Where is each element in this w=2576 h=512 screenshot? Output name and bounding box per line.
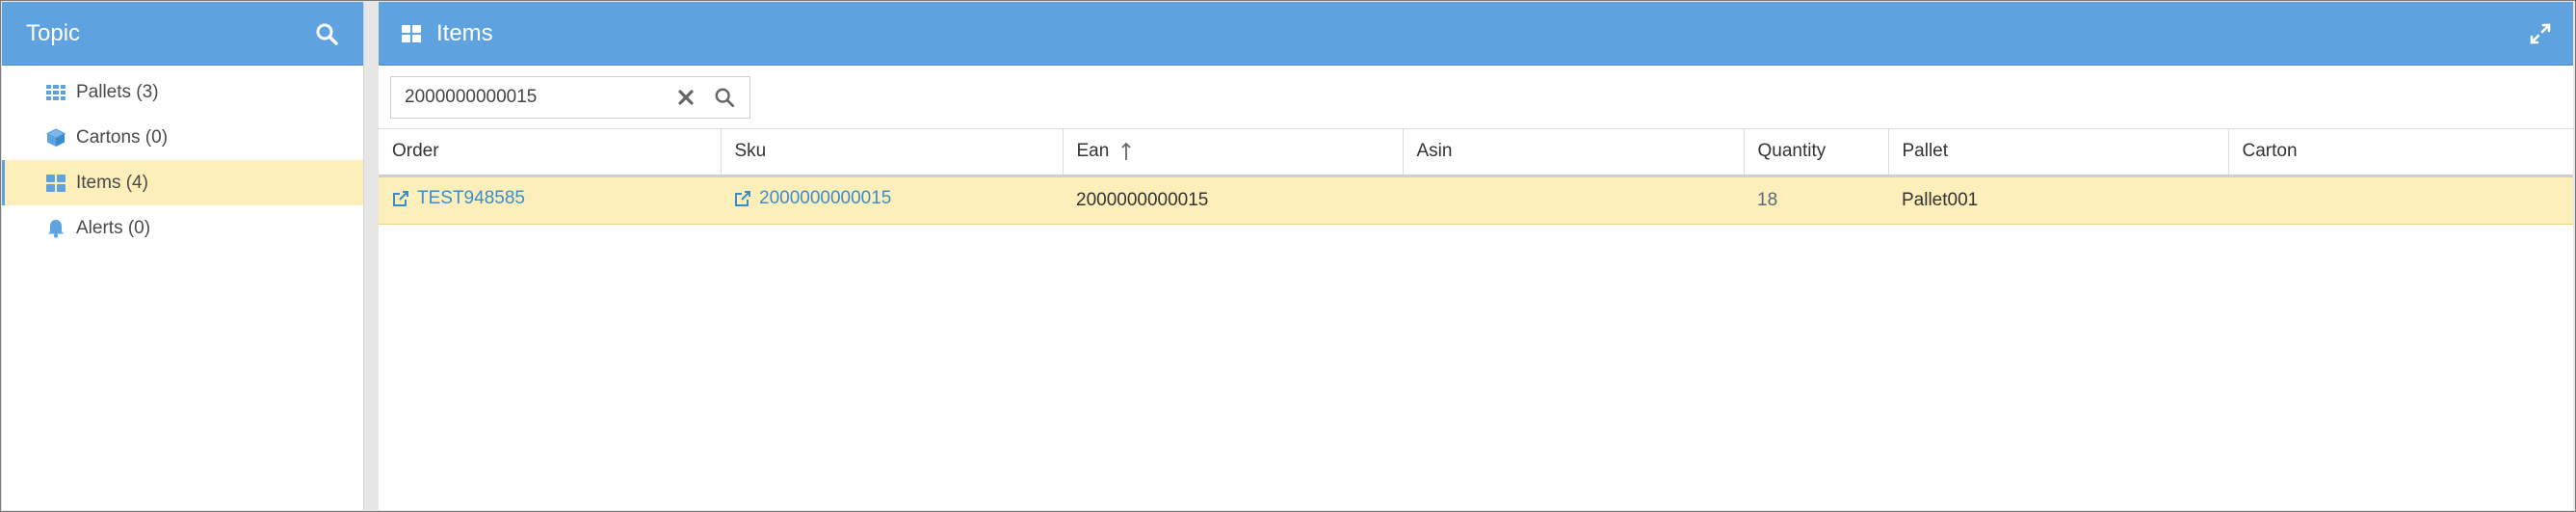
topic-panel: Topic Pallets (3) Cartons (0) Items (4) … xyxy=(2,2,364,510)
sku-link-label: 2000000000015 xyxy=(759,187,892,208)
column-header-carton[interactable]: Carton xyxy=(2228,129,2573,177)
external-link-icon xyxy=(392,190,409,207)
bell-icon xyxy=(45,218,66,239)
table-header-row: Order Sku Ean Asin Quantity Pallet Carto… xyxy=(379,129,2573,177)
external-link-icon xyxy=(734,190,751,207)
items-toolbar xyxy=(379,66,2573,129)
sort-ascending-icon xyxy=(1120,142,1132,161)
search-box xyxy=(390,76,750,119)
items-panel: Items 2000000000015 Order Sku Ean Asin Q… xyxy=(379,2,2573,510)
topic-list: Pallets (3) Cartons (0) Items (4) Alerts… xyxy=(2,69,363,251)
topic-item-alerts[interactable]: Alerts (0) xyxy=(2,205,363,251)
order-link-label: TEST948585 xyxy=(417,187,525,208)
tiles-icon xyxy=(402,24,421,42)
topic-item-label: Pallets (3) xyxy=(76,81,159,102)
cell-ean: 2000000000015 xyxy=(1063,175,1403,225)
sku-link[interactable]: 2000000000015 xyxy=(734,188,891,209)
topic-item-label: Items (4) xyxy=(76,172,148,193)
column-header-asin[interactable]: Asin xyxy=(1403,129,1745,177)
app-frame: Topic Pallets (3) Cartons (0) Items (4) … xyxy=(0,0,2576,512)
column-header-pallet[interactable]: Pallet xyxy=(1888,129,2229,177)
cell-quantity: 18 xyxy=(1744,175,1888,225)
topic-item-label: Cartons (0) xyxy=(76,126,169,148)
topic-item-cartons[interactable]: Cartons (0) xyxy=(2,115,363,160)
expand-icon[interactable] xyxy=(2525,18,2556,49)
cell-carton xyxy=(2228,175,2573,225)
order-link[interactable]: TEST948585 xyxy=(392,188,525,209)
topic-item-label: Alerts (0) xyxy=(76,217,151,238)
cell-pallet: Pallet001 xyxy=(1888,175,2228,225)
cell-asin xyxy=(1403,175,1744,225)
search-input[interactable] xyxy=(391,77,667,118)
tiles-icon xyxy=(45,173,66,194)
column-header-order[interactable]: Order xyxy=(379,129,722,177)
table-row[interactable]: TEST948585 2000000000015 2000000000015 1… xyxy=(379,175,2573,225)
search-icon[interactable] xyxy=(705,78,744,117)
items-panel-title: Items xyxy=(436,19,493,46)
items-table: Order Sku Ean Asin Quantity Pallet Carto… xyxy=(379,129,2573,225)
column-header-quantity[interactable]: Quantity xyxy=(1744,129,1889,177)
clear-icon[interactable] xyxy=(667,78,705,117)
topic-item-pallets[interactable]: Pallets (3) xyxy=(2,69,363,115)
cell-sku: 2000000000015 xyxy=(721,175,1063,225)
cell-order: TEST948585 xyxy=(379,175,721,225)
topic-panel-header: Topic xyxy=(2,2,363,66)
topic-item-items[interactable]: Items (4) xyxy=(2,160,363,205)
cube-icon xyxy=(45,127,66,148)
column-header-sku[interactable]: Sku xyxy=(721,129,1064,177)
items-panel-header: Items xyxy=(379,2,2573,66)
topic-panel-title: Topic xyxy=(26,19,81,46)
search-icon[interactable] xyxy=(311,18,342,49)
column-header-ean[interactable]: Ean xyxy=(1063,129,1404,177)
grid-icon xyxy=(45,82,66,103)
